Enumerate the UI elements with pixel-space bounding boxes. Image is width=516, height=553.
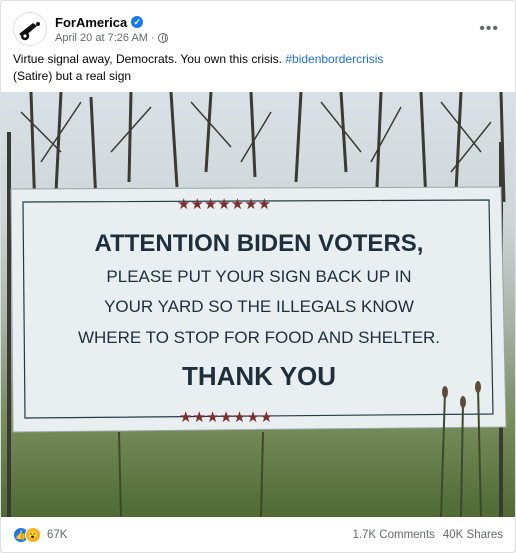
banner: ★★★★★★★ ★★★★★★★ ATTENTION BIDEN VOTERS, …	[10, 186, 507, 433]
avatar[interactable]	[13, 12, 47, 46]
hashtag-link[interactable]: #bidenbordercrisis	[285, 52, 383, 66]
comments-count[interactable]: 1.7K Comments	[352, 529, 434, 541]
post-card: ForAmerica ✓ April 20 at 7:26 AM · ••• V…	[0, 0, 516, 553]
post-meta: ForAmerica ✓ April 20 at 7:26 AM ·	[55, 15, 475, 44]
sign-line-2: PLEASE PUT YOUR SIGN BACK UP IN	[106, 267, 411, 286]
author-row: ForAmerica ✓	[55, 15, 475, 30]
post-photo[interactable]: ★★★★★★★ ★★★★★★★ ATTENTION BIDEN VOTERS, …	[1, 92, 515, 517]
top-stars: ★★★★★★★	[177, 195, 271, 213]
photo-scene: ★★★★★★★ ★★★★★★★ ATTENTION BIDEN VOTERS, …	[1, 92, 515, 517]
globe-icon[interactable]	[157, 32, 168, 43]
verified-badge-icon: ✓	[131, 16, 144, 28]
engagement-bar: 👍 😮 67K 1.7K Comments 40K Shares	[13, 523, 503, 547]
reactions[interactable]: 👍 😮 67K	[13, 527, 67, 543]
more-options-icon[interactable]: •••	[475, 20, 503, 38]
reactions-count: 67K	[47, 529, 68, 541]
sign-line-5: THANK YOU	[182, 361, 336, 391]
svg-text:★★★★★★★: ★★★★★★★	[177, 195, 271, 213]
separator-dot: ·	[150, 31, 155, 44]
author-name[interactable]: ForAmerica	[55, 15, 127, 30]
wow-reaction-icon: 😮	[25, 527, 41, 543]
sign-line-1: ATTENTION BIDEN VOTERS,	[95, 230, 424, 257]
cannon-logo-icon	[15, 14, 45, 44]
post-text-sub: (Satire) but a real sign	[13, 69, 132, 83]
post-subline: April 20 at 7:26 AM ·	[55, 32, 475, 44]
svg-text:★★★★★★★: ★★★★★★★	[179, 408, 273, 426]
post-text: Virtue signal away, Democrats. You own t…	[13, 51, 503, 67]
post-header: ForAmerica ✓ April 20 at 7:26 AM · •••	[13, 11, 503, 47]
shares-count[interactable]: 40K Shares	[443, 529, 503, 541]
post-text-main: Virtue signal away, Democrats. You own t…	[13, 52, 286, 66]
sign-line-4: WHERE TO STOP FOR FOOD AND SHELTER.	[78, 328, 440, 347]
bottom-stars: ★★★★★★★	[179, 408, 273, 426]
sign-line-3: YOUR YARD SO THE ILLEGALS KNOW	[104, 297, 414, 316]
post-timestamp[interactable]: April 20 at 7:26 AM	[55, 32, 148, 44]
